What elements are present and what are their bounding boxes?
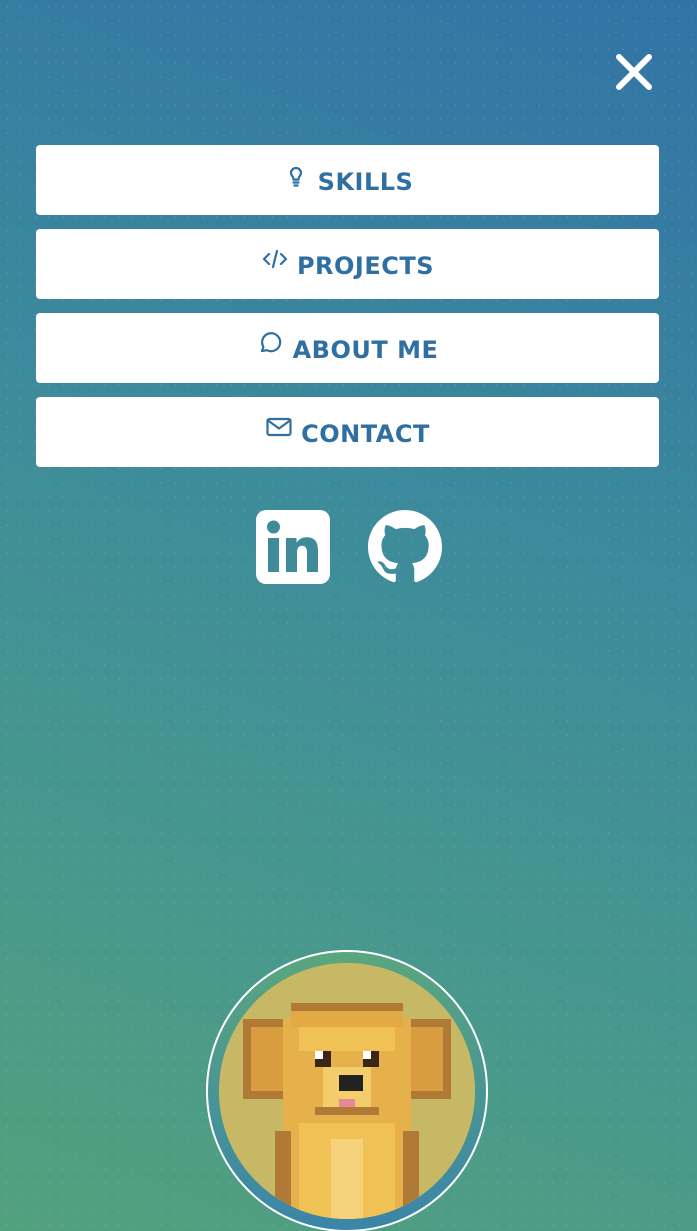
menu-item-about-me[interactable]: ABOUT ME <box>36 313 659 383</box>
close-icon <box>616 54 652 90</box>
close-menu-button[interactable] <box>612 50 656 94</box>
menu-item-projects[interactable]: PROJECTS <box>36 229 659 299</box>
linkedin-icon <box>255 510 330 584</box>
pixel-dog-avatar <box>219 963 475 1219</box>
github-link[interactable] <box>367 510 442 584</box>
menu-item-label: PROJECTS <box>296 252 435 280</box>
chat-bubble-icon <box>257 329 285 357</box>
nav-menu: SKILLS PROJECTS ABOUT ME CONTACT <box>36 145 659 481</box>
menu-item-label: ABOUT ME <box>292 336 439 364</box>
code-icon <box>261 245 289 273</box>
github-icon <box>367 510 442 583</box>
menu-item-contact[interactable]: CONTACT <box>36 397 659 467</box>
envelope-icon <box>265 413 293 441</box>
menu-item-label: CONTACT <box>301 420 430 448</box>
menu-item-skills[interactable]: SKILLS <box>36 145 659 215</box>
avatar-frame <box>206 950 488 1231</box>
social-links <box>0 510 697 584</box>
lightbulb-icon <box>282 161 310 189</box>
menu-item-label: SKILLS <box>317 168 414 196</box>
linkedin-link[interactable] <box>255 510 330 584</box>
